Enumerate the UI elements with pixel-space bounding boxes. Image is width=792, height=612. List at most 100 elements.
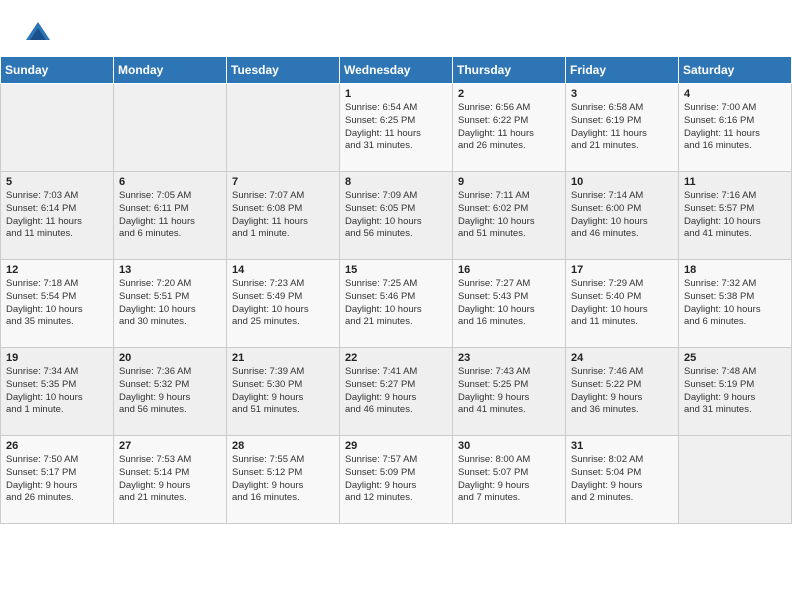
day-number: 4 (684, 88, 786, 100)
day-number: 1 (345, 88, 447, 100)
day-number: 7 (232, 176, 334, 188)
day-number: 27 (119, 440, 221, 452)
day-cell: 6Sunrise: 7:05 AMSunset: 6:11 PMDaylight… (114, 172, 227, 260)
day-cell: 26 Sunrise: 7:50 AMSunset: 5:17 PMDayligh… (1, 436, 114, 524)
day-number: 29 (345, 440, 447, 452)
day-cell: 31 Sunrise: 8:02 AMSunset: 5:04 PMDayligh… (566, 436, 679, 524)
day-cell: 19 Sunrise: 7:34 AMSunset: 5:35 PMDayligh… (1, 348, 114, 436)
day-cell (114, 84, 227, 172)
day-info: Sunrise: 6:56 AMSunset: 6:22 PMDaylight:… (458, 102, 560, 153)
day-number: 2 (458, 88, 560, 100)
header-cell-sunday: Sunday (1, 57, 114, 84)
day-cell: 18 Sunrise: 7:32 AMSunset: 5:38 PMDayligh… (679, 260, 792, 348)
week-row-3: 12 Sunrise: 7:18 AMSunset: 5:54 PMDayligh… (1, 260, 792, 348)
day-info: Sunrise: 7:32 AMSunset: 5:38 PMDaylight:… (684, 278, 786, 329)
day-info: Sunrise: 7:16 AMSunset: 5:57 PMDaylight:… (684, 190, 786, 241)
day-number: 31 (571, 440, 673, 452)
day-info: Sunrise: 7:43 AMSunset: 5:25 PMDaylight:… (458, 366, 560, 417)
day-cell: 2 Sunrise: 6:56 AMSunset: 6:22 PMDaylight… (453, 84, 566, 172)
day-cell (679, 436, 792, 524)
day-number: 24 (571, 352, 673, 364)
day-cell: 14Sunrise: 7:23 AMSunset: 5:49 PMDayligh… (227, 260, 340, 348)
day-number: 19 (6, 352, 108, 364)
day-cell: 25Sunrise: 7:48 AMSunset: 5:19 PMDayligh… (679, 348, 792, 436)
day-cell: 29 Sunrise: 7:57 AMSunset: 5:09 PMDayligh… (340, 436, 453, 524)
day-cell: 22 Sunrise: 7:41 AMSunset: 5:27 PMDayligh… (340, 348, 453, 436)
day-info: Sunrise: 7:11 AMSunset: 6:02 PMDaylight:… (458, 190, 560, 241)
day-cell: 4Sunrise: 7:00 AMSunset: 6:16 PMDaylight… (679, 84, 792, 172)
day-info: Sunrise: 7:25 AMSunset: 5:46 PMDaylight:… (345, 278, 447, 329)
day-info: Sunrise: 7:27 AMSunset: 5:43 PMDaylight:… (458, 278, 560, 329)
day-cell: 7 Sunrise: 7:07 AMSunset: 6:08 PMDaylight… (227, 172, 340, 260)
day-info: Sunrise: 8:02 AMSunset: 5:04 PMDaylight:… (571, 454, 673, 505)
day-cell: 13 Sunrise: 7:20 AMSunset: 5:51 PMDayligh… (114, 260, 227, 348)
day-info: Sunrise: 7:14 AMSunset: 6:00 PMDaylight:… (571, 190, 673, 241)
day-number: 17 (571, 264, 673, 276)
day-number: 9 (458, 176, 560, 188)
day-cell: 3Sunrise: 6:58 AMSunset: 6:19 PMDaylight… (566, 84, 679, 172)
header-row: SundayMondayTuesdayWednesdayThursdayFrid… (1, 57, 792, 84)
day-number: 23 (458, 352, 560, 364)
day-info: Sunrise: 7:53 AMSunset: 5:14 PMDaylight:… (119, 454, 221, 505)
day-number: 30 (458, 440, 560, 452)
day-number: 11 (684, 176, 786, 188)
header-cell-saturday: Saturday (679, 57, 792, 84)
day-cell: 21 Sunrise: 7:39 AMSunset: 5:30 PMDayligh… (227, 348, 340, 436)
day-number: 21 (232, 352, 334, 364)
calendar-header: SundayMondayTuesdayWednesdayThursdayFrid… (1, 57, 792, 84)
day-cell: 15 Sunrise: 7:25 AMSunset: 5:46 PMDayligh… (340, 260, 453, 348)
day-cell: 16 Sunrise: 7:27 AMSunset: 5:43 PMDayligh… (453, 260, 566, 348)
header-cell-wednesday: Wednesday (340, 57, 453, 84)
day-info: Sunrise: 7:07 AMSunset: 6:08 PMDaylight:… (232, 190, 334, 241)
day-cell: 5Sunrise: 7:03 AMSunset: 6:14 PMDaylight… (1, 172, 114, 260)
day-number: 18 (684, 264, 786, 276)
day-number: 14 (232, 264, 334, 276)
day-number: 5 (6, 176, 108, 188)
week-row-4: 19 Sunrise: 7:34 AMSunset: 5:35 PMDayligh… (1, 348, 792, 436)
day-cell: 12 Sunrise: 7:18 AMSunset: 5:54 PMDayligh… (1, 260, 114, 348)
calendar-table: SundayMondayTuesdayWednesdayThursdayFrid… (0, 56, 792, 524)
week-row-5: 26 Sunrise: 7:50 AMSunset: 5:17 PMDayligh… (1, 436, 792, 524)
week-row-2: 5Sunrise: 7:03 AMSunset: 6:14 PMDaylight… (1, 172, 792, 260)
day-cell: 20Sunrise: 7:36 AMSunset: 5:32 PMDayligh… (114, 348, 227, 436)
day-info: Sunrise: 7:20 AMSunset: 5:51 PMDaylight:… (119, 278, 221, 329)
day-number: 3 (571, 88, 673, 100)
logo (24, 18, 58, 46)
day-info: Sunrise: 7:39 AMSunset: 5:30 PMDaylight:… (232, 366, 334, 417)
day-info: Sunrise: 7:41 AMSunset: 5:27 PMDaylight:… (345, 366, 447, 417)
day-info: Sunrise: 7:18 AMSunset: 5:54 PMDaylight:… (6, 278, 108, 329)
day-info: Sunrise: 7:34 AMSunset: 5:35 PMDaylight:… (6, 366, 108, 417)
day-cell: 28Sunrise: 7:55 AMSunset: 5:12 PMDayligh… (227, 436, 340, 524)
day-info: Sunrise: 7:55 AMSunset: 5:12 PMDaylight:… (232, 454, 334, 505)
day-cell (1, 84, 114, 172)
day-number: 26 (6, 440, 108, 452)
day-info: Sunrise: 6:54 AMSunset: 6:25 PMDaylight:… (345, 102, 447, 153)
day-number: 12 (6, 264, 108, 276)
header-cell-friday: Friday (566, 57, 679, 84)
day-cell: 8Sunrise: 7:09 AMSunset: 6:05 PMDaylight… (340, 172, 453, 260)
day-info: Sunrise: 7:57 AMSunset: 5:09 PMDaylight:… (345, 454, 447, 505)
day-info: Sunrise: 7:46 AMSunset: 5:22 PMDaylight:… (571, 366, 673, 417)
day-info: Sunrise: 7:29 AMSunset: 5:40 PMDaylight:… (571, 278, 673, 329)
day-number: 16 (458, 264, 560, 276)
day-info: Sunrise: 7:36 AMSunset: 5:32 PMDaylight:… (119, 366, 221, 417)
day-number: 13 (119, 264, 221, 276)
day-number: 6 (119, 176, 221, 188)
day-info: Sunrise: 7:50 AMSunset: 5:17 PMDaylight:… (6, 454, 108, 505)
day-cell: 17 Sunrise: 7:29 AMSunset: 5:40 PMDayligh… (566, 260, 679, 348)
day-number: 10 (571, 176, 673, 188)
week-row-1: 1 Sunrise: 6:54 AMSunset: 6:25 PMDaylight… (1, 84, 792, 172)
day-number: 22 (345, 352, 447, 364)
day-cell: 30Sunrise: 8:00 AMSunset: 5:07 PMDayligh… (453, 436, 566, 524)
day-cell: 10 Sunrise: 7:14 AMSunset: 6:00 PMDayligh… (566, 172, 679, 260)
day-number: 8 (345, 176, 447, 188)
day-cell: 1 Sunrise: 6:54 AMSunset: 6:25 PMDaylight… (340, 84, 453, 172)
day-cell: 9 Sunrise: 7:11 AMSunset: 6:02 PMDaylight… (453, 172, 566, 260)
day-number: 15 (345, 264, 447, 276)
day-number: 25 (684, 352, 786, 364)
header-cell-tuesday: Tuesday (227, 57, 340, 84)
day-cell: 23 Sunrise: 7:43 AMSunset: 5:25 PMDayligh… (453, 348, 566, 436)
day-cell (227, 84, 340, 172)
calendar-body: 1 Sunrise: 6:54 AMSunset: 6:25 PMDaylight… (1, 84, 792, 524)
page: SundayMondayTuesdayWednesdayThursdayFrid… (0, 0, 792, 524)
